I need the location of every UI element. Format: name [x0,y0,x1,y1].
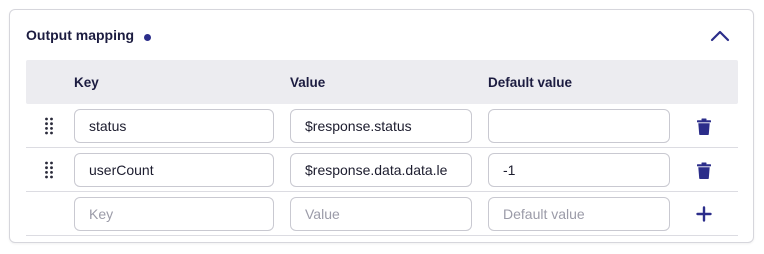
trash-icon [697,118,711,135]
drag-handle-icon[interactable] [44,117,54,135]
add-row-button[interactable] [694,204,714,224]
new-value-input[interactable] [290,197,472,231]
trash-icon [697,162,711,179]
delete-row-button[interactable] [694,116,714,136]
column-header-default-value: Default value [488,75,573,90]
value-input[interactable] [290,153,472,187]
delete-row-button[interactable] [694,160,714,180]
table-row [26,104,738,148]
panel-title: Output mapping [26,27,135,43]
panel-header: Output mapping [10,10,753,62]
value-input[interactable] [290,109,472,143]
default-value-input[interactable] [488,109,670,143]
new-key-input[interactable] [74,197,274,231]
new-mapping-row [26,192,738,236]
output-mapping-panel: Output mapping Key Value Default value [9,9,754,243]
column-header-key: Key [74,75,99,90]
drag-handle-icon[interactable] [44,161,54,179]
status-dot [144,34,151,41]
collapse-button[interactable] [708,25,732,47]
new-default-value-input[interactable] [488,197,670,231]
default-value-input[interactable] [488,153,670,187]
chevron-up-icon [708,25,732,47]
table-header: Key Value Default value [26,60,738,104]
plus-icon [696,206,712,222]
key-input[interactable] [74,109,274,143]
key-input[interactable] [74,153,274,187]
table-row [26,148,738,192]
mapping-table: Key Value Default value [26,60,738,236]
column-header-value: Value [290,75,326,90]
